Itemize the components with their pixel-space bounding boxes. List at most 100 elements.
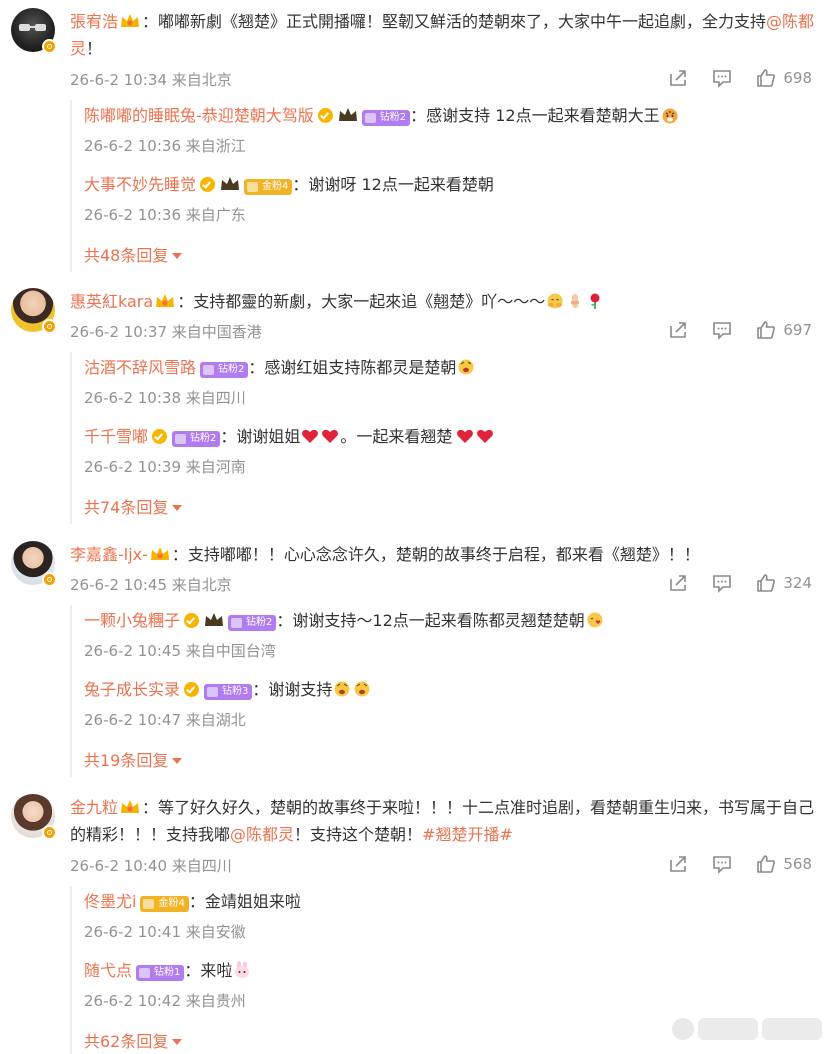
verified-icon bbox=[317, 108, 333, 123]
comment-meta: 26-6-2 10:40 来自四川 bbox=[70, 857, 232, 875]
reply-meta: 26-6-2 10:38 来自四川 bbox=[84, 389, 246, 407]
fan-badge: 钻粉2 bbox=[361, 110, 411, 126]
chevron-down-icon bbox=[172, 505, 183, 511]
like-icon bbox=[757, 321, 776, 339]
like-count: 697 bbox=[783, 321, 812, 339]
tiger-emoji-icon bbox=[662, 108, 678, 124]
crown-icon bbox=[150, 547, 169, 560]
watermark bbox=[672, 1018, 822, 1040]
like-count: 698 bbox=[783, 69, 812, 87]
comment-item: 張宥浩 ：嘟嘟新劇《翘楚》正式開播囉！堅韌又鮮活的楚朝來了，大家中午一起追劇，全力… bbox=[0, 8, 834, 278]
comment-text: 惠英紅kara ：支持都靈的新劇，大家一起來追《翹楚》吖～～～ bbox=[70, 288, 816, 315]
reply-item: 一颗小兔糰子 钻粉2 ：谢谢支持～12点一起来看陈都灵翘楚楚朝 26-6-2 10:… bbox=[84, 609, 812, 663]
watermark-text bbox=[762, 1018, 822, 1040]
verified-icon bbox=[42, 825, 57, 840]
reply-item: 大事不妙先睡觉 金粉4 ：谢谢呀 12点一起来看楚朝 26-6-2 10:36 来自… bbox=[84, 173, 812, 227]
like-icon bbox=[757, 69, 776, 87]
username[interactable]: 惠英紅kara bbox=[70, 292, 153, 311]
verified-icon bbox=[184, 613, 200, 628]
crown-icon bbox=[121, 14, 140, 27]
like-button[interactable]: 324 bbox=[755, 572, 812, 594]
avatar[interactable] bbox=[11, 288, 57, 334]
like-button[interactable]: 698 bbox=[755, 67, 812, 89]
watermark-text bbox=[698, 1018, 758, 1040]
comment-button[interactable] bbox=[711, 572, 733, 594]
avatar-glasses bbox=[19, 24, 46, 31]
username[interactable]: 千千雪嘟 bbox=[84, 427, 148, 446]
username[interactable]: 一颗小兔糰子 bbox=[84, 611, 180, 630]
share-button[interactable] bbox=[667, 572, 689, 594]
comment-feed: 張宥浩 ：嘟嘟新劇《翘楚》正式開播囉！堅韌又鮮活的楚朝來了，大家中午一起追劇，全力… bbox=[0, 0, 834, 1054]
comment-text: 張宥浩 ：嘟嘟新劇《翘楚》正式開播囉！堅韌又鮮活的楚朝來了，大家中午一起追劇，全力… bbox=[70, 12, 815, 58]
reply-list: 陈嘟嘟的睡眠兔-恭迎楚朝大驾版 钻粉2 ：感谢支持 12点一起来看楚朝大王 26-6… bbox=[70, 100, 812, 272]
reply-meta: 26-6-2 10:42 来自贵州 bbox=[84, 992, 246, 1010]
fan-badge: 金粉4 bbox=[140, 896, 189, 912]
comment-meta: 26-6-2 10:34 来自北京 bbox=[70, 71, 232, 89]
fan-badge: 金粉4 bbox=[244, 179, 293, 195]
comment-meta: 26-6-2 10:37 来自中国香港 bbox=[70, 323, 262, 341]
comment-item: 李嘉鑫-ljx- ：支持嘟嘟！！心心念念许久，楚朝的故事终于启程，都来看《翘楚》！… bbox=[0, 541, 834, 781]
crying-face-emoji-icon bbox=[458, 359, 474, 375]
reply-meta: 26-6-2 10:36 来自浙江 bbox=[84, 137, 246, 155]
verified-icon bbox=[184, 682, 200, 697]
username[interactable]: 大事不妙先睡觉 bbox=[84, 175, 196, 194]
like-count: 324 bbox=[783, 574, 812, 592]
heart-icon bbox=[322, 429, 339, 443]
more-replies-link[interactable]: 共74条回复 bbox=[84, 494, 183, 518]
comment-item: 金九粒 ：等了好久好久，楚朝的故事终于来啦！！！十二点准时追剧，看楚朝重生归来，书… bbox=[0, 794, 834, 1054]
verified-icon bbox=[200, 177, 216, 192]
kiss-heart-emoji-icon bbox=[587, 612, 603, 628]
like-button[interactable]: 568 bbox=[755, 853, 812, 875]
crown-icon bbox=[121, 800, 140, 813]
username[interactable]: 佟墨尤i bbox=[84, 892, 136, 911]
heart-icon bbox=[302, 429, 319, 443]
chevron-down-icon bbox=[172, 758, 183, 764]
fan-badge: 钻粉2 bbox=[172, 431, 221, 447]
avatar[interactable] bbox=[11, 794, 57, 840]
rose-emoji-icon bbox=[590, 293, 600, 309]
reply-meta: 26-6-2 10:39 来自河南 bbox=[84, 458, 246, 476]
more-replies-link[interactable]: 共19条回复 bbox=[84, 747, 183, 771]
chevron-down-icon bbox=[172, 253, 183, 259]
heart-icon bbox=[477, 429, 494, 443]
hashtag-link[interactable]: #翘楚开播# bbox=[422, 825, 513, 844]
comment-button[interactable] bbox=[711, 853, 733, 875]
share-icon bbox=[670, 575, 687, 591]
username[interactable]: 金九粒 bbox=[70, 798, 118, 817]
comment-icon bbox=[713, 575, 732, 593]
like-button[interactable]: 697 bbox=[755, 319, 812, 341]
crown-icon bbox=[338, 108, 357, 121]
comment-text: 金九粒 ：等了好久好久，楚朝的故事终于来啦！！！十二点准时追剧，看楚朝重生归来，书… bbox=[70, 798, 815, 844]
share-button[interactable] bbox=[667, 319, 689, 341]
username[interactable]: 李嘉鑫-ljx- bbox=[70, 545, 148, 564]
reply-meta: 26-6-2 10:47 来自湖北 bbox=[84, 711, 246, 729]
share-button[interactable] bbox=[667, 67, 689, 89]
share-button[interactable] bbox=[667, 853, 689, 875]
verified-icon bbox=[42, 39, 57, 54]
reply-meta: 26-6-2 10:45 来自中国台湾 bbox=[84, 642, 276, 660]
watermark-logo bbox=[672, 1018, 694, 1040]
verified-icon bbox=[152, 429, 168, 444]
fan-badge: 钻粉2 bbox=[228, 615, 277, 631]
more-replies-link[interactable]: 共48条回复 bbox=[84, 242, 183, 266]
avatar[interactable] bbox=[11, 541, 57, 587]
avatar[interactable] bbox=[11, 8, 57, 54]
more-replies-link[interactable]: 共62条回复 bbox=[84, 1028, 183, 1052]
username[interactable]: 沽酒不辞风雪路 bbox=[84, 358, 196, 377]
crown-icon bbox=[156, 294, 175, 307]
comment-button[interactable] bbox=[711, 319, 733, 341]
username[interactable]: 陈嘟嘟的睡眠兔-恭迎楚朝大驾版 bbox=[84, 106, 314, 125]
username[interactable]: 随弋点 bbox=[84, 961, 132, 980]
reply-meta: 26-6-2 10:41 来自安徽 bbox=[84, 923, 246, 941]
hug-emoji-icon bbox=[547, 293, 563, 309]
username[interactable]: 兔子成长实录 bbox=[84, 680, 180, 699]
like-icon bbox=[757, 574, 776, 592]
mention-link[interactable]: @陈都灵 bbox=[230, 825, 294, 844]
comment-item: 惠英紅kara ：支持都靈的新劇，大家一起來追《翹楚》吖～～～ 26-6-2 10… bbox=[0, 288, 834, 528]
username[interactable]: 張宥浩 bbox=[70, 12, 118, 31]
fan-badge: 钻粉1 bbox=[136, 965, 185, 981]
share-icon bbox=[670, 856, 687, 872]
comment-button[interactable] bbox=[711, 67, 733, 89]
fan-badge: 钻粉2 bbox=[200, 362, 249, 378]
comment-actions: 324 bbox=[667, 572, 812, 594]
